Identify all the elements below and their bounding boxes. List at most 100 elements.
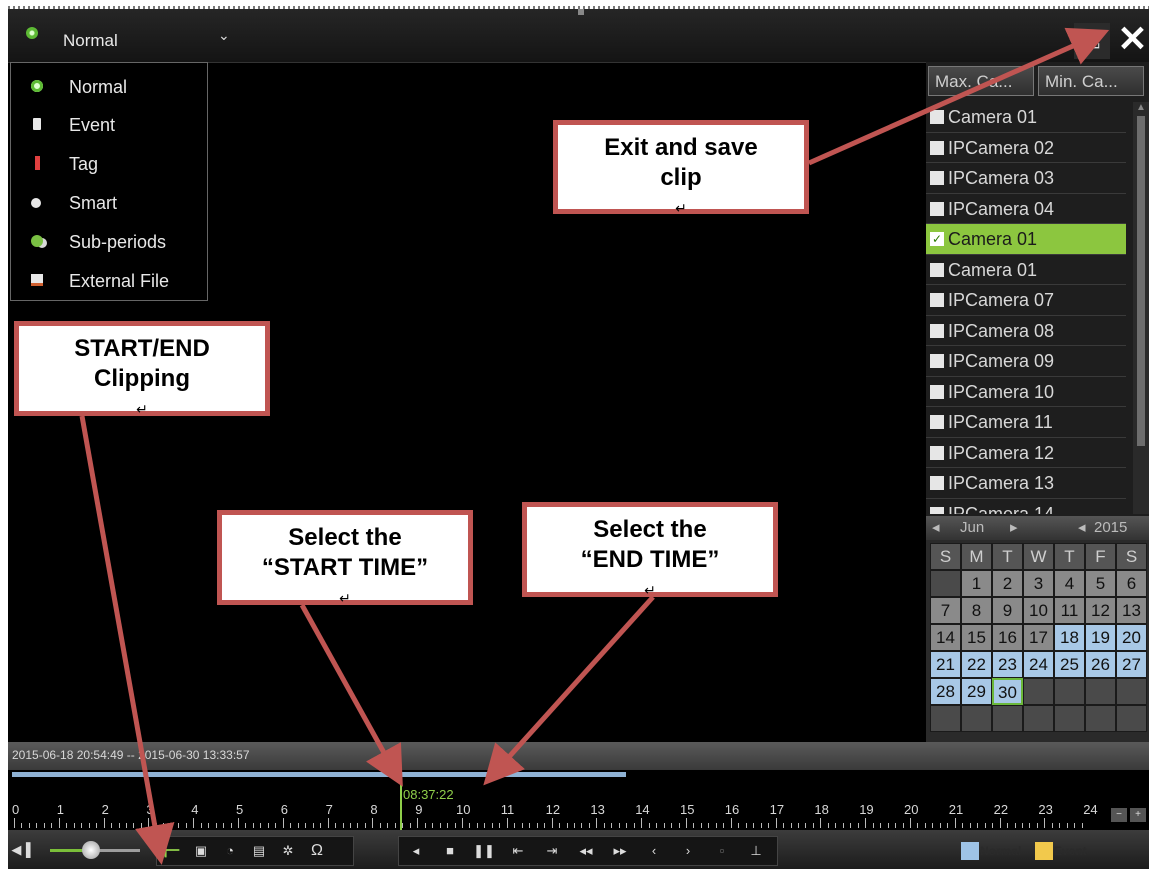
calendar-day[interactable]: 6 bbox=[1116, 570, 1147, 597]
camera-list-item[interactable]: Camera 01 bbox=[926, 255, 1126, 285]
camera-list-item[interactable]: IPCamera 10 bbox=[926, 377, 1126, 407]
calendar-day[interactable]: 25 bbox=[1054, 651, 1085, 678]
volume-knob[interactable] bbox=[81, 841, 100, 859]
file-manage-icon[interactable]: ▤ bbox=[246, 839, 272, 863]
menu-item-sub-periods[interactable]: Sub-periods bbox=[11, 224, 207, 260]
calendar-day[interactable]: 15 bbox=[961, 624, 992, 651]
calendar-day[interactable]: 8 bbox=[961, 597, 992, 624]
calendar-day[interactable]: 14 bbox=[930, 624, 961, 651]
timeline-cursor[interactable] bbox=[400, 770, 402, 830]
menu-item-tag[interactable]: Tag bbox=[11, 146, 207, 182]
pause-icon[interactable]: ❚❚ bbox=[471, 839, 497, 863]
clipping-icon[interactable]: ⊢ bbox=[159, 839, 185, 863]
zoom-icon[interactable]: Ω bbox=[304, 839, 330, 863]
calendar-day[interactable]: 11 bbox=[1054, 597, 1085, 624]
prev-month-icon[interactable]: ◂ bbox=[932, 516, 940, 540]
camera-list-item[interactable]: IPCamera 11 bbox=[926, 407, 1126, 438]
calendar-day[interactable]: 13 bbox=[1116, 597, 1147, 624]
calendar-day[interactable]: 7 bbox=[930, 597, 961, 624]
menu-item-event[interactable]: Event bbox=[11, 107, 207, 143]
calendar-day[interactable]: 23 bbox=[992, 651, 1023, 678]
digital-zoom-icon[interactable]: ⊥ bbox=[743, 839, 769, 863]
min-camera-button[interactable]: Min. Ca... bbox=[1038, 66, 1144, 96]
calendar-day[interactable]: 16 bbox=[992, 624, 1023, 651]
checkbox-icon[interactable] bbox=[930, 140, 944, 155]
calendar-day[interactable]: 18 bbox=[1054, 624, 1085, 651]
camera-list-scrollbar[interactable]: ▲ bbox=[1133, 102, 1149, 514]
camera-list-item[interactable]: IPCamera 04 bbox=[926, 194, 1126, 224]
camera-list-item[interactable]: Camera 01 bbox=[926, 102, 1126, 133]
add-tag-icon[interactable]: ◔ bbox=[217, 839, 243, 863]
slow-down-icon[interactable]: ◂◂ bbox=[573, 839, 599, 863]
chevron-down-icon[interactable]: ⌄ bbox=[218, 27, 230, 44]
checkbox-checked-icon[interactable]: ✓ bbox=[930, 232, 944, 246]
camera-list-item[interactable]: IPCamera 14 bbox=[926, 499, 1126, 514]
calendar-day[interactable]: 3 bbox=[1023, 570, 1054, 597]
camera-list-item[interactable]: IPCamera 07 bbox=[926, 285, 1126, 316]
zoom-in-button[interactable]: + bbox=[1130, 808, 1146, 822]
checkbox-icon[interactable] bbox=[930, 323, 944, 338]
calendar-day[interactable]: 29 bbox=[961, 678, 992, 705]
calendar-day[interactable]: 24 bbox=[1023, 651, 1054, 678]
drag-handle[interactable] bbox=[578, 9, 584, 15]
calendar-day[interactable]: 22 bbox=[961, 651, 992, 678]
close-icon[interactable]: ✕ bbox=[1116, 19, 1149, 59]
chevron-up-icon[interactable]: ▲ bbox=[1133, 102, 1149, 116]
calendar-day[interactable]: 17 bbox=[1023, 624, 1054, 651]
checkbox-icon[interactable] bbox=[930, 293, 944, 307]
lock-file-icon[interactable]: ▣ bbox=[188, 839, 214, 863]
max-camera-button[interactable]: Max. Ca... bbox=[928, 66, 1034, 96]
gear-icon[interactable]: ✲ bbox=[275, 839, 301, 863]
calendar-day[interactable]: 27 bbox=[1116, 651, 1147, 678]
next-day-icon[interactable]: › bbox=[675, 839, 701, 863]
calendar-day[interactable]: 4 bbox=[1054, 570, 1085, 597]
speaker-icon[interactable]: ◀▐ bbox=[8, 838, 34, 862]
calendar-day[interactable]: 10 bbox=[1023, 597, 1054, 624]
skip-back-icon[interactable]: ⇤ bbox=[505, 839, 531, 863]
checkbox-icon[interactable] bbox=[930, 384, 944, 399]
checkbox-icon[interactable] bbox=[930, 262, 944, 277]
camera-list-item[interactable]: IPCamera 12 bbox=[926, 438, 1126, 468]
camera-list-item[interactable]: IPCamera 09 bbox=[926, 346, 1126, 377]
playback-mode-dropdown[interactable]: Normal bbox=[63, 31, 118, 51]
camera-list-item[interactable]: IPCamera 03 bbox=[926, 163, 1126, 194]
calendar-day[interactable]: 2 bbox=[992, 570, 1023, 597]
checkbox-icon[interactable] bbox=[930, 354, 944, 368]
volume-slider[interactable] bbox=[50, 841, 140, 859]
checkbox-icon[interactable] bbox=[930, 476, 944, 490]
calendar-day[interactable]: 19 bbox=[1085, 624, 1116, 651]
checkbox-icon[interactable] bbox=[930, 171, 944, 185]
stop-icon[interactable]: ■ bbox=[437, 839, 463, 863]
calendar-day[interactable]: 1 bbox=[961, 570, 992, 597]
camera-list-item[interactable]: IPCamera 13 bbox=[926, 468, 1126, 499]
scrollbar-thumb[interactable] bbox=[1137, 116, 1145, 446]
single-frame-icon[interactable]: ▫ bbox=[709, 839, 735, 863]
calendar-day[interactable]: 30 bbox=[992, 678, 1023, 705]
speed-up-icon[interactable]: ▸▸ bbox=[607, 839, 633, 863]
timeline[interactable]: 0 1 2 3 4 5 6 7 8 9 10 11 12 13 14 15 16 17 18 19 20 21 22 23 24… bbox=[8, 770, 1149, 830]
reverse-play-icon[interactable]: ◂ bbox=[403, 839, 429, 863]
checkbox-icon[interactable] bbox=[930, 506, 944, 514]
prev-year-icon[interactable]: ◂ bbox=[1078, 516, 1086, 540]
calendar-day[interactable]: 9 bbox=[992, 597, 1023, 624]
camera-list-item[interactable]: IPCamera 02 bbox=[926, 133, 1126, 163]
menu-item-normal[interactable]: Normal bbox=[11, 69, 207, 105]
menu-item-smart[interactable]: Smart bbox=[11, 185, 207, 221]
calendar-day[interactable]: 20 bbox=[1116, 624, 1147, 651]
fullscreen-icon[interactable]: ⛶ bbox=[1074, 23, 1110, 59]
calendar-day[interactable]: 12 bbox=[1085, 597, 1116, 624]
menu-item-external-file[interactable]: External File bbox=[11, 263, 207, 299]
calendar-day[interactable]: 28 bbox=[930, 678, 961, 705]
calendar-day[interactable]: 21 bbox=[930, 651, 961, 678]
calendar-day[interactable]: 26 bbox=[1085, 651, 1116, 678]
calendar-day[interactable]: 5 bbox=[1085, 570, 1116, 597]
previous-day-icon[interactable]: ‹ bbox=[641, 839, 667, 863]
checkbox-icon[interactable] bbox=[930, 445, 944, 460]
checkbox-icon[interactable] bbox=[930, 201, 944, 216]
zoom-out-button[interactable]: − bbox=[1111, 808, 1127, 822]
checkbox-icon[interactable] bbox=[930, 415, 944, 429]
checkbox-icon[interactable] bbox=[930, 110, 944, 124]
camera-list-item[interactable]: IPCamera 08 bbox=[926, 316, 1126, 346]
skip-forward-icon[interactable]: ⇥ bbox=[539, 839, 565, 863]
camera-list-item[interactable]: ✓ Camera 01 bbox=[926, 224, 1126, 255]
